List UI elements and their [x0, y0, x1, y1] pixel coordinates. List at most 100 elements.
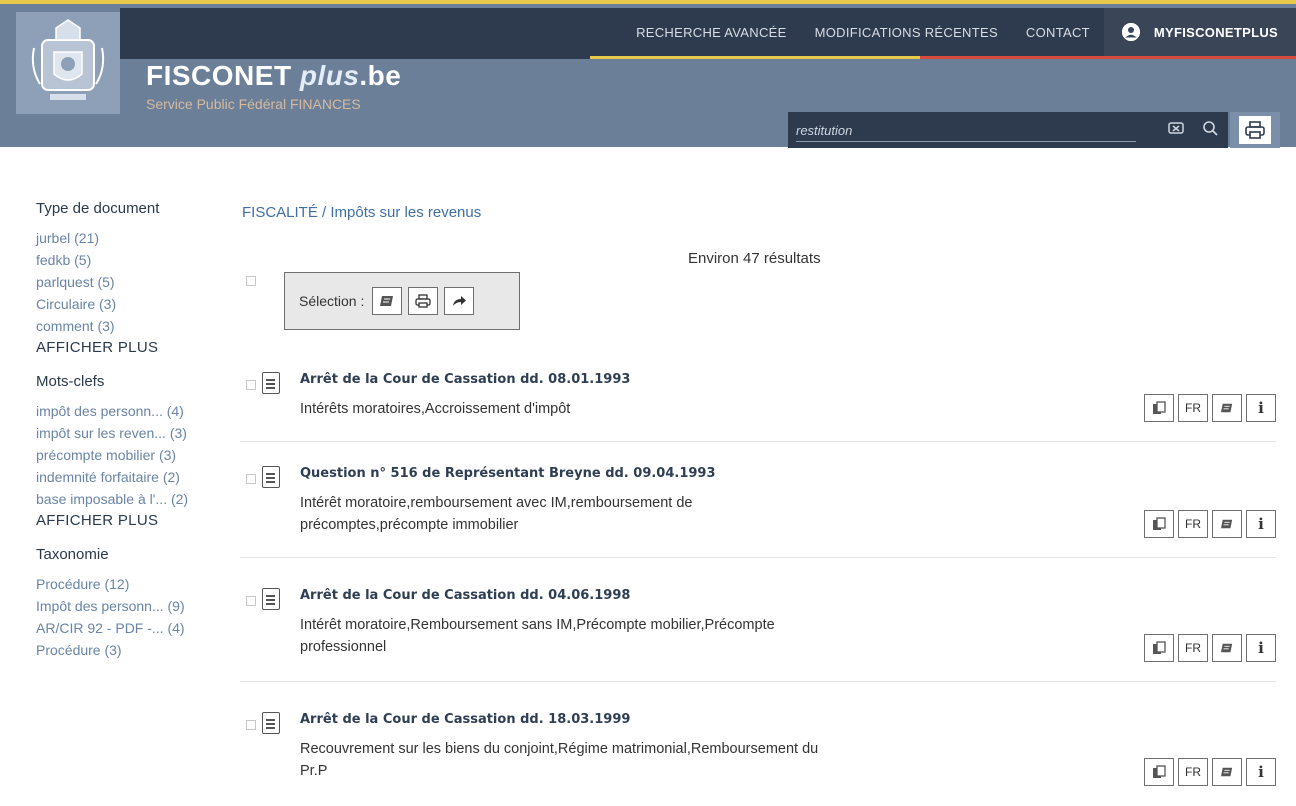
- copy-icon: [1153, 641, 1166, 654]
- copy-icon: [1153, 401, 1166, 414]
- selection-label: Sélection :: [299, 293, 365, 309]
- stack-icon: [1221, 403, 1233, 413]
- facet-item[interactable]: parlquest (5): [36, 271, 236, 293]
- facet-item[interactable]: Circulaire (3): [36, 293, 236, 315]
- facet-item[interactable]: AR/CIR 92 - PDF -... (4): [36, 617, 236, 639]
- copy-button[interactable]: [1144, 758, 1174, 786]
- copy-button[interactable]: [1144, 510, 1174, 538]
- result-row: Question n° 516 de Représentant Breyne d…: [240, 464, 1276, 558]
- facet-item[interactable]: Impôt des personn... (9): [36, 595, 236, 617]
- result-row: Arrêt de la Cour de Cassation dd. 04.06.…: [240, 586, 1276, 682]
- result-title[interactable]: Arrêt de la Cour de Cassation dd. 08.01.…: [300, 372, 630, 387]
- info-button[interactable]: i: [1246, 758, 1276, 786]
- lang-button[interactable]: FR: [1178, 758, 1208, 786]
- lang-button[interactable]: FR: [1178, 634, 1208, 662]
- info-button[interactable]: i: [1246, 510, 1276, 538]
- facet-item[interactable]: impôt sur les reven... (3): [36, 422, 236, 444]
- breadcrumb[interactable]: FISCALITÉ / Impôts sur les revenus: [242, 204, 481, 221]
- facet-item[interactable]: impôt des personn... (4): [36, 400, 236, 422]
- facet-group-taxonomy: Taxonomie Procédure (12) Impôt des perso…: [36, 546, 236, 661]
- brand-title[interactable]: FISCONET plus.be: [146, 60, 401, 92]
- result-count: Environ 47 résultats: [688, 250, 821, 267]
- share-arrow-icon: [453, 296, 467, 306]
- result-title[interactable]: Arrêt de la Cour de Cassation dd. 04.06.…: [300, 588, 630, 603]
- result-checkbox[interactable]: [246, 474, 256, 484]
- stack-icon: [1221, 643, 1233, 653]
- nav-advanced-search[interactable]: RECHERCHE AVANCÉE: [622, 8, 801, 56]
- facet-item[interactable]: Procédure (3): [36, 639, 236, 661]
- facet-item[interactable]: base imposable à l'... (2): [36, 488, 236, 510]
- document-icon: [262, 588, 280, 610]
- site-header: RECHERCHE AVANCÉE MODIFICATIONS RÉCENTES…: [0, 0, 1296, 148]
- selection-toolbar: Sélection :: [284, 272, 520, 330]
- copy-button[interactable]: [1144, 634, 1174, 662]
- copy-button[interactable]: [1144, 394, 1174, 422]
- brand-tld: .be: [359, 60, 402, 91]
- document-icon: [262, 372, 280, 394]
- user-icon: [1121, 23, 1140, 41]
- stack-button[interactable]: [1212, 394, 1242, 422]
- facet-item[interactable]: fedkb (5): [36, 249, 236, 271]
- document-icon: [262, 466, 280, 488]
- search-icon[interactable]: [1202, 120, 1218, 140]
- clear-icon[interactable]: [1168, 120, 1184, 140]
- facet-group-keywords: Mots-clefs impôt des personn... (4) impô…: [36, 373, 236, 532]
- copy-icon: [1153, 765, 1166, 778]
- printer-icon: [1239, 116, 1271, 144]
- facet-title: Taxonomie: [36, 546, 109, 563]
- search-icons: [1168, 120, 1218, 140]
- facet-item[interactable]: indemnité forfaitaire (2): [36, 466, 236, 488]
- facet-title: Type de document: [36, 200, 160, 217]
- myfis-label: MYFISCONETPLUS: [1153, 24, 1278, 40]
- result-row: Arrêt de la Cour de Cassation dd. 18.03.…: [240, 710, 1276, 806]
- show-more-link[interactable]: AFFICHER PLUS: [36, 337, 236, 359]
- search-input[interactable]: [796, 120, 1136, 142]
- result-actions: FR i: [1144, 634, 1276, 662]
- result-keywords: Recouvrement sur les biens du conjoint,R…: [300, 741, 819, 779]
- info-button[interactable]: i: [1246, 394, 1276, 422]
- lang-button[interactable]: FR: [1178, 510, 1208, 538]
- flag-stripe-black: [120, 56, 590, 59]
- stack-button[interactable]: [1212, 510, 1242, 538]
- result-title[interactable]: Question n° 516 de Représentant Breyne d…: [300, 466, 716, 481]
- coat-of-arms-logo[interactable]: [16, 12, 120, 114]
- select-all-checkbox[interactable]: [246, 276, 256, 286]
- facet-item[interactable]: comment (3): [36, 315, 236, 337]
- result-title[interactable]: Arrêt de la Cour de Cassation dd. 18.03.…: [300, 712, 630, 727]
- result-actions: FR i: [1144, 394, 1276, 422]
- result-keywords: Intérêt moratoire,remboursement avec IM,…: [300, 495, 693, 533]
- lang-button[interactable]: FR: [1178, 394, 1208, 422]
- selection-print-button[interactable]: [408, 287, 439, 315]
- stack-icon: [1221, 767, 1233, 777]
- result-actions: FR i: [1144, 758, 1276, 786]
- result-checkbox[interactable]: [246, 596, 256, 606]
- result-keywords: Intérêts moratoires,Accroissement d'impô…: [300, 401, 571, 417]
- flag-stripe-yellow: [590, 56, 920, 59]
- page: RECHERCHE AVANCÉE MODIFICATIONS RÉCENTES…: [0, 0, 1296, 806]
- brand-main: FISCONET: [146, 60, 292, 91]
- result-row: Arrêt de la Cour de Cassation dd. 08.01.…: [240, 370, 1276, 442]
- info-button[interactable]: i: [1246, 634, 1276, 662]
- top-nav: RECHERCHE AVANCÉE MODIFICATIONS RÉCENTES…: [622, 8, 1296, 56]
- selection-share-button[interactable]: [444, 287, 475, 315]
- brand-subtitle: Service Public Fédéral FINANCES: [146, 96, 361, 112]
- stack-button[interactable]: [1212, 758, 1242, 786]
- show-more-link[interactable]: AFFICHER PLUS: [36, 510, 236, 532]
- result-checkbox[interactable]: [246, 720, 256, 730]
- nav-myfisconetplus[interactable]: MYFISCONETPLUS: [1103, 8, 1296, 56]
- print-button[interactable]: [1230, 112, 1280, 148]
- facet-sidebar: Type de document jurbel (21) fedkb (5) p…: [36, 200, 236, 675]
- nav-recent-changes[interactable]: MODIFICATIONS RÉCENTES: [801, 8, 1012, 56]
- facet-title: Mots-clefs: [36, 373, 105, 390]
- facet-item[interactable]: précompte mobilier (3): [36, 444, 236, 466]
- result-checkbox[interactable]: [246, 380, 256, 390]
- nav-contact[interactable]: CONTACT: [1012, 8, 1104, 56]
- facet-item[interactable]: Procédure (12): [36, 573, 236, 595]
- flag-stripe-red: [920, 56, 1296, 59]
- stack-button[interactable]: [1212, 634, 1242, 662]
- facet-item[interactable]: jurbel (21): [36, 227, 236, 249]
- copy-icon: [1153, 517, 1166, 530]
- selection-stack-button[interactable]: [372, 287, 403, 315]
- brand-plus: plus: [299, 60, 360, 91]
- stack-icon: [380, 296, 394, 306]
